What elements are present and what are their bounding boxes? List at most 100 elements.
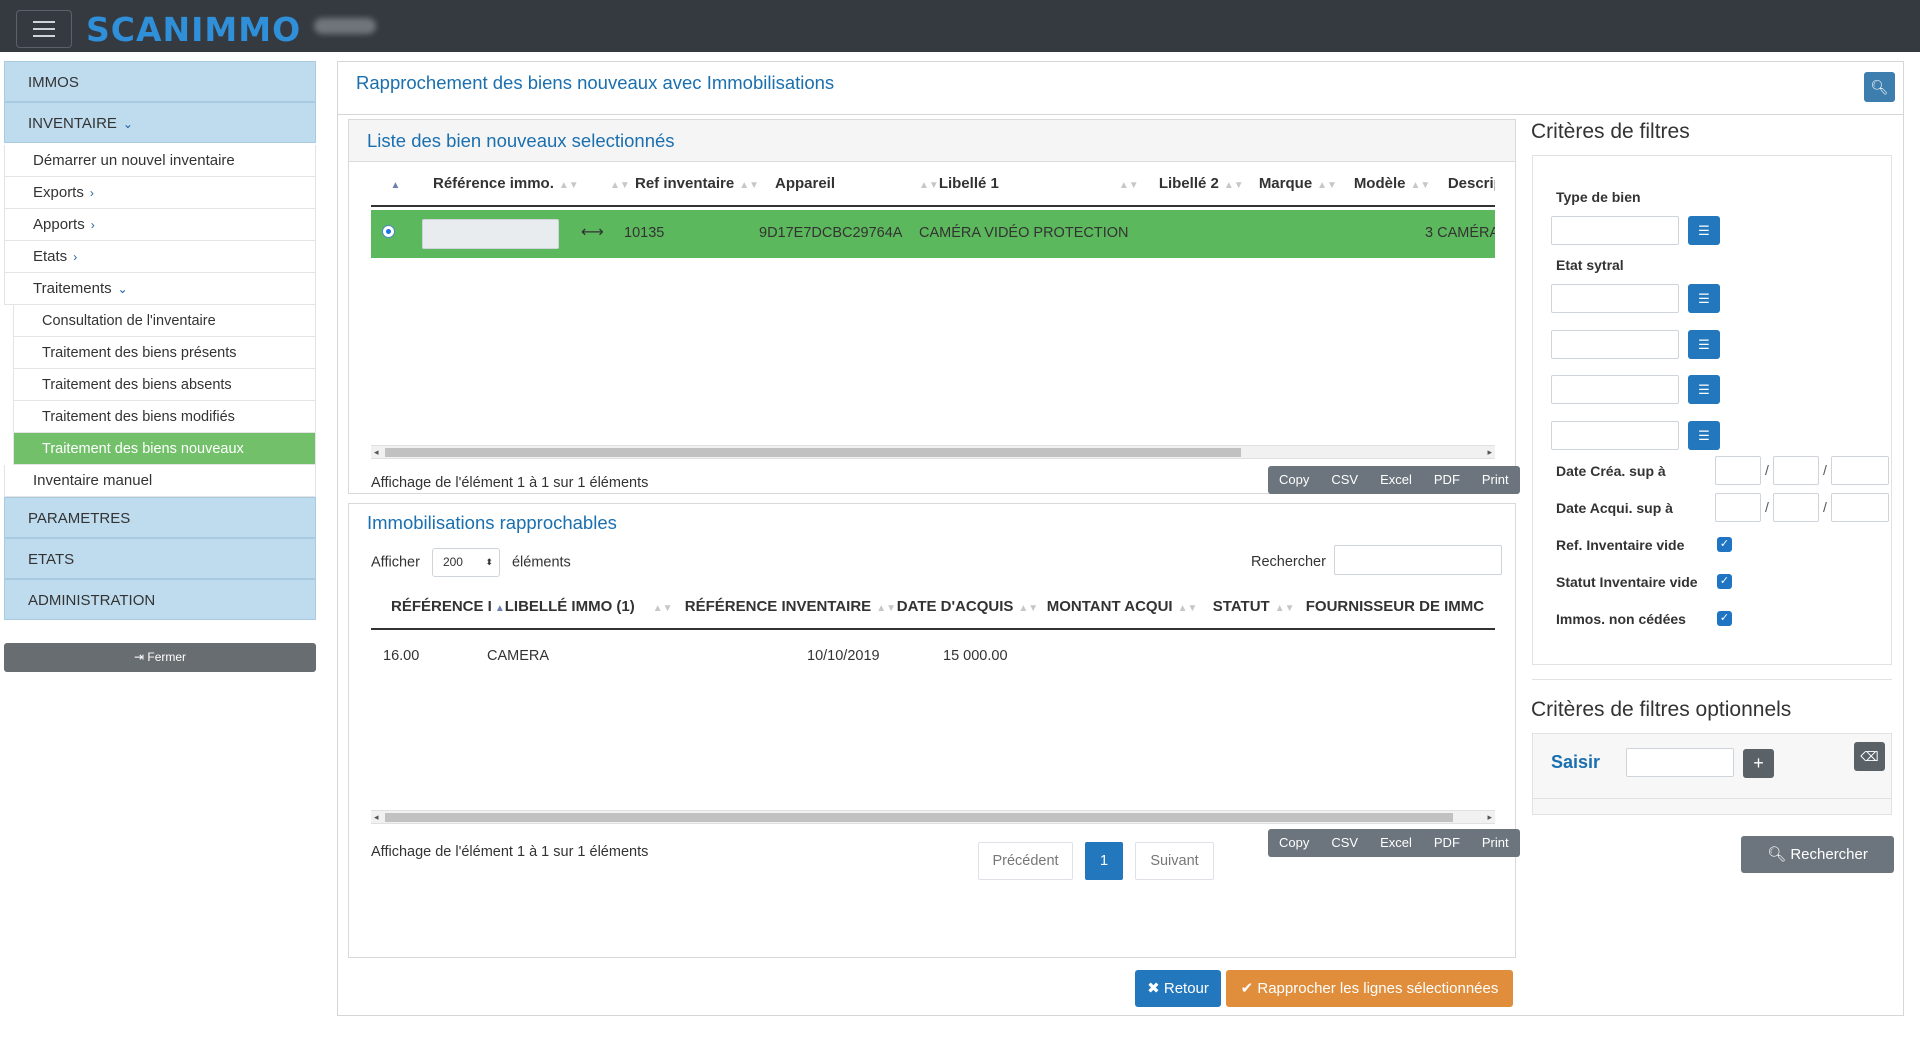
- sidebar-item-etats[interactable]: Etats ›: [4, 241, 316, 273]
- col-date-acquis[interactable]: DATE D'ACQUIS ▲▼: [897, 585, 1047, 629]
- list-icon[interactable]: ☰: [1688, 216, 1720, 245]
- copy-button[interactable]: Copy: [1268, 466, 1320, 494]
- csv-button[interactable]: CSV: [1320, 466, 1369, 494]
- main-content: Rapprochement des biens nouveaux avec Im…: [337, 61, 1904, 1016]
- retour-button[interactable]: ✖ Retour: [1135, 970, 1221, 1007]
- eraser-icon[interactable]: ⌫: [1854, 742, 1885, 771]
- date-acqui-year[interactable]: [1831, 493, 1889, 522]
- sidebar-item-consultation[interactable]: Consultation de l'inventaire: [13, 305, 316, 337]
- page-title: Rapprochement des biens nouveaux avec Im…: [356, 72, 835, 93]
- sidebar-item-biens-absents[interactable]: Traitement des biens absents: [13, 369, 316, 401]
- filter-input-4[interactable]: [1551, 375, 1679, 404]
- list-icon[interactable]: ☰: [1688, 284, 1720, 313]
- sidebar: IMMOS INVENTAIRE ⌄ Démarrer un nouvel inv…: [4, 61, 316, 620]
- pdf-button[interactable]: PDF: [1423, 466, 1471, 494]
- col-reference-immo[interactable]: Référence immo. ▲▼: [415, 162, 605, 206]
- col-libelle2[interactable]: Libellé 2 ▲▼: [1159, 162, 1259, 206]
- biens-info: Affichage de l'élément 1 à 1 sur 1 éléme…: [371, 475, 649, 491]
- col-libelle-immo[interactable]: LIBELLÉ IMMO (1) ▲▼: [505, 585, 685, 629]
- date-crea-day[interactable]: [1715, 456, 1761, 485]
- print-button[interactable]: Print: [1471, 466, 1520, 494]
- col-marque[interactable]: Marque ▲▼: [1259, 162, 1354, 206]
- link-arrows-icon[interactable]: ⟷: [581, 222, 604, 242]
- sidebar-item-demarrer[interactable]: Démarrer un nouvel inventaire: [4, 145, 316, 177]
- col-description[interactable]: Descripti: [1448, 162, 1495, 206]
- list-icon[interactable]: ☰: [1688, 421, 1720, 450]
- col-appareil[interactable]: Appareil ▲▼: [775, 162, 939, 206]
- sidebar-item-apports[interactable]: Apports ›: [4, 209, 316, 241]
- etat-sytral-input[interactable]: [1551, 284, 1679, 313]
- col-modele[interactable]: Modèle ▲▼: [1354, 162, 1448, 206]
- chevron-right-icon: ›: [89, 186, 94, 200]
- sidebar-item-exports[interactable]: Exports ›: [4, 177, 316, 209]
- horizontal-scrollbar[interactable]: ◂ ▸: [371, 810, 1495, 824]
- excel-button[interactable]: Excel: [1369, 466, 1423, 494]
- immos-info: Affichage de l'élément 1 à 1 sur 1 éléme…: [371, 844, 649, 860]
- sidebar-item-immos[interactable]: IMMOS: [4, 61, 316, 102]
- zoom-icon[interactable]: 🔍︎: [1864, 72, 1895, 102]
- fermer-button[interactable]: ⇥ Fermer: [4, 643, 316, 672]
- next-page-button[interactable]: Suivant: [1135, 842, 1214, 880]
- sidebar-item-biens-presents[interactable]: Traitement des biens présents: [13, 337, 316, 369]
- horizontal-scrollbar[interactable]: ◂ ▸: [371, 445, 1495, 459]
- copy-button[interactable]: Copy: [1268, 829, 1320, 857]
- date-acqui-day[interactable]: [1715, 493, 1761, 522]
- type-bien-input[interactable]: [1551, 216, 1679, 245]
- previous-page-button[interactable]: Précédent: [978, 842, 1073, 880]
- sidebar-item-inventaire-manuel[interactable]: Inventaire manuel: [4, 465, 316, 497]
- saisir-label: Saisir: [1551, 752, 1601, 772]
- filter-input-5[interactable]: [1551, 421, 1679, 450]
- rapprocher-button[interactable]: ✔ Rapprocher les lignes sélectionnées: [1226, 970, 1513, 1007]
- date-crea-year[interactable]: [1831, 456, 1889, 485]
- search-icon: 🔍︎: [1767, 846, 1791, 863]
- menu-toggle-button[interactable]: [16, 10, 72, 48]
- print-button[interactable]: Print: [1471, 829, 1520, 857]
- col-libelle1[interactable]: Libellé 1 ▲▼: [939, 162, 1159, 206]
- col-ref-inventaire[interactable]: Ref inventaire ▲▼: [635, 162, 775, 206]
- biens-panel: Liste des bien nouveaux selectionnés ▲ R…: [348, 119, 1520, 494]
- table-row-selected[interactable]: ⟷ 10135 9D17E7DCBC29764A CAMÉRA VIDÉO PR…: [371, 210, 1495, 258]
- chevron-right-icon: ›: [73, 250, 78, 264]
- page-size-select[interactable]: 200 ⬍: [431, 548, 500, 577]
- col-reference[interactable]: RÉFÉRENCE I ▲: [371, 585, 505, 629]
- col-montant-acqui[interactable]: MONTANT ACQUI ▲▼: [1047, 585, 1213, 629]
- rechercher-button[interactable]: 🔍︎ Rechercher: [1741, 836, 1894, 873]
- sidebar-item-biens-modifies[interactable]: Traitement des biens modifiés: [13, 401, 316, 433]
- excel-button[interactable]: Excel: [1369, 829, 1423, 857]
- select-col-header[interactable]: ▲: [371, 162, 415, 206]
- filter-input-3[interactable]: [1551, 330, 1679, 359]
- sidebar-item-parametres[interactable]: PARAMETRES: [4, 497, 316, 538]
- cell-date: 10/10/2019: [807, 648, 880, 664]
- optional-filters-panel: Saisir + ⌫: [1532, 733, 1892, 815]
- col-statut[interactable]: STATUT ▲▼: [1213, 585, 1306, 629]
- list-icon[interactable]: ☰: [1688, 375, 1720, 404]
- ref-inventaire-vide-checkbox[interactable]: ✓: [1717, 537, 1732, 552]
- chevron-down-icon: ⌄: [117, 282, 128, 296]
- export-buttons: Copy CSV Excel PDF Print: [1268, 829, 1520, 857]
- filters-title: Critères de filtres: [1531, 120, 1690, 143]
- table-row[interactable]: 16.00 CAMERA 10/10/2019 15 000.00: [371, 633, 1495, 679]
- csv-button[interactable]: CSV: [1320, 829, 1369, 857]
- col-reference-inventaire[interactable]: RÉFÉRENCE INVENTAIRE ▲▼: [685, 585, 897, 629]
- saisir-input[interactable]: [1626, 748, 1734, 777]
- date-acqui-month[interactable]: [1773, 493, 1819, 522]
- sidebar-item-inventaire[interactable]: INVENTAIRE ⌄: [4, 102, 316, 143]
- reference-immo-input[interactable]: [422, 219, 559, 249]
- row-radio[interactable]: [382, 225, 395, 238]
- optional-filters-title: Critères de filtres optionnels: [1531, 698, 1792, 721]
- list-icon[interactable]: ☰: [1688, 330, 1720, 359]
- plus-icon[interactable]: +: [1743, 749, 1774, 778]
- cell-montant: 15 000.00: [943, 648, 1008, 664]
- sidebar-item-administration[interactable]: ADMINISTRATION: [4, 579, 316, 620]
- immos-non-cedees-checkbox[interactable]: ✓: [1717, 611, 1732, 626]
- cell-ref-inventaire: 10135: [624, 225, 665, 241]
- sidebar-item-traitements[interactable]: Traitements ⌄: [4, 273, 316, 305]
- search-input[interactable]: [1334, 545, 1502, 575]
- pdf-button[interactable]: PDF: [1423, 829, 1471, 857]
- page-1-button[interactable]: 1: [1085, 842, 1123, 880]
- date-crea-month[interactable]: [1773, 456, 1819, 485]
- statut-inventaire-vide-checkbox[interactable]: ✓: [1717, 574, 1732, 589]
- sidebar-item-etats-main[interactable]: ETATS: [4, 538, 316, 579]
- sidebar-item-biens-nouveaux[interactable]: Traitement des biens nouveaux: [13, 433, 316, 465]
- col-fournisseur[interactable]: FOURNISSEUR DE IMMC: [1306, 585, 1495, 629]
